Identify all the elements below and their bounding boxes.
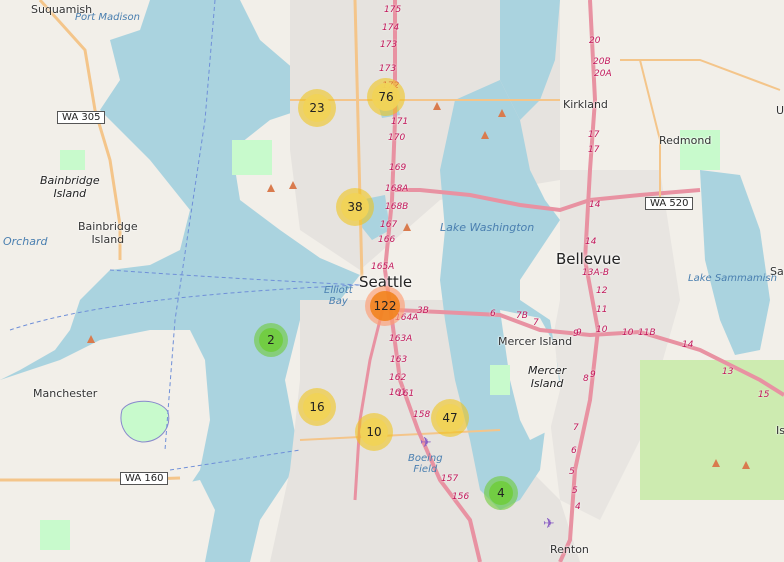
exit-label-i5: 156 (452, 492, 470, 502)
exit-label-i5: 163 (390, 355, 408, 365)
exit-label-i90: 13 (722, 367, 734, 377)
route-shield-wa305: WA 305 (57, 111, 106, 124)
exit-label-i5: 175 (384, 5, 402, 15)
exit-label-i405: 5 (572, 486, 578, 496)
park-marymoor (680, 130, 720, 170)
peak-marker (87, 335, 95, 343)
exit-label-i405: 17 (588, 145, 600, 155)
cluster-marker[interactable]: 2 (254, 323, 288, 357)
exit-label-i405: 13A-B (582, 268, 610, 278)
exit-label-i90: 10 (622, 328, 634, 338)
exit-label-i90: 14 (682, 340, 694, 350)
exit-label-i5: 169 (389, 163, 407, 173)
exit-label-i405: 17 (588, 130, 600, 140)
exit-label-i5: 157 (441, 474, 459, 484)
exit-label-i5: 174 (382, 23, 400, 33)
exit-label-i405: 5 (569, 467, 575, 477)
exit-label-i5: 165A (371, 262, 395, 272)
exit-label-i405: 4 (575, 502, 581, 512)
exit-label-i405: 11 (596, 305, 608, 315)
vashon-land (140, 480, 215, 562)
exit-label-i405: 6 (571, 446, 577, 456)
exit-label-i90: 11B (638, 328, 656, 338)
exit-label-i5: 166 (378, 235, 396, 245)
cluster-marker[interactable]: 76 (367, 78, 405, 116)
cluster-count: 38 (341, 193, 369, 221)
exit-label-i405: 7 (573, 423, 579, 433)
exit-label-i405: 8 (583, 374, 589, 384)
exit-label-i5: 163A (389, 334, 413, 344)
route-shield-wa520: WA 520 (645, 197, 694, 210)
exit-label-i5: 161 (397, 389, 415, 399)
exit-label-i405: 10 (596, 325, 608, 335)
ferry-route-1 (109, 269, 361, 286)
park-seward (490, 365, 510, 395)
park-discovery (232, 140, 272, 175)
exit-label-i90: 15 (758, 390, 770, 400)
exit-label-i5: 168A (385, 184, 409, 194)
cluster-count: 16 (303, 393, 331, 421)
exit-label-i5: 171 (391, 117, 409, 127)
cluster-marker[interactable]: 47 (431, 399, 469, 437)
cluster-count: 122 (370, 291, 400, 321)
exit-label-i90: 6 (490, 309, 496, 319)
exit-label-i405: 14 (589, 200, 601, 210)
airport-icon: ✈ (420, 435, 432, 451)
cluster-marker[interactable]: 4 (484, 476, 518, 510)
cluster-marker[interactable]: 38 (336, 188, 374, 226)
cluster-marker[interactable]: 10 (355, 413, 393, 451)
map-view[interactable]: ✈ ✈ Seattle Bellevue Kirkland Redmond Me… (0, 0, 784, 562)
exit-label-i405: 12 (596, 286, 608, 296)
exit-label-i5: 168B (385, 202, 409, 212)
cluster-marker[interactable]: 16 (298, 388, 336, 426)
exit-label-i405: 9 (590, 370, 596, 380)
exit-label-i405: 20B (593, 57, 611, 67)
cluster-count: 4 (489, 481, 513, 505)
exit-label-i90: 9 (573, 329, 579, 339)
exit-label-i5: 158 (413, 410, 431, 420)
airport-icon: ✈ (543, 516, 555, 532)
park-west (40, 520, 70, 550)
exit-label-i90: 3B (417, 306, 429, 316)
cluster-count: 2 (259, 328, 283, 352)
exit-label-i5: 170 (388, 133, 406, 143)
cluster-count: 47 (436, 404, 464, 432)
exit-label-i5: 162 (389, 373, 407, 383)
exit-label-i90: 7B (516, 311, 528, 321)
cluster-count: 76 (372, 83, 400, 111)
exit-label-i405: 20 (589, 36, 601, 46)
exit-label-i5: 173 (380, 40, 398, 50)
exit-label-i405: 20A (594, 69, 612, 79)
exit-label-i405: 14 (585, 237, 597, 247)
cluster-count: 10 (360, 418, 388, 446)
exit-label-i5: 173 (379, 64, 397, 74)
exit-label-i5: 167 (380, 220, 398, 230)
cluster-count: 23 (303, 94, 331, 122)
cluster-marker[interactable]: 122 (365, 286, 405, 326)
route-shield-wa160: WA 160 (120, 472, 169, 485)
cluster-marker[interactable]: 23 (298, 89, 336, 127)
exit-label-i90: 7 (533, 318, 539, 328)
park-bainbridge (60, 150, 85, 170)
